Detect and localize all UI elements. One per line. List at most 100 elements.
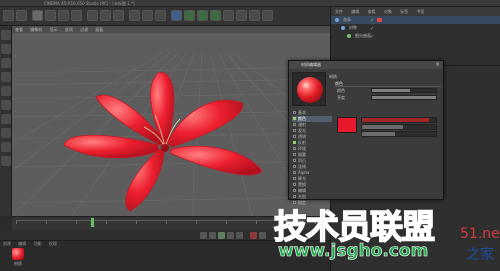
om-menu-item[interactable]: 标签 <box>400 9 408 14</box>
om-menu-item[interactable]: 编辑 <box>351 9 359 14</box>
polygons-mode-icon[interactable] <box>1 114 11 124</box>
viewport-menu-item[interactable]: 面板 <box>95 27 103 32</box>
y-axis-icon[interactable] <box>100 10 111 21</box>
watermark: 技术员联盟 51.net www.jsgho.com 之家 <box>270 196 500 271</box>
prev-frame-icon[interactable] <box>209 232 216 239</box>
object-row[interactable]: 对称 ✓ <box>331 24 500 32</box>
channel-label: 法线 <box>298 164 306 169</box>
mm-menu-item[interactable]: 纹理 <box>49 241 57 246</box>
redo-icon[interactable] <box>16 10 27 21</box>
edges-mode-icon[interactable] <box>1 100 11 110</box>
viewport-menu-item[interactable]: 选项 <box>65 27 73 32</box>
play-icon[interactable] <box>218 232 225 239</box>
snap-icon[interactable] <box>1 142 11 152</box>
check-icon[interactable]: ✓ <box>370 33 374 41</box>
object-row[interactable]: 细分曲面 ✓ <box>331 32 500 40</box>
channel-checkbox[interactable] <box>293 171 296 174</box>
next-frame-icon[interactable] <box>227 232 234 239</box>
channel-checkbox[interactable] <box>293 165 296 168</box>
object-row[interactable]: 花朵 ✓ <box>331 16 500 24</box>
dialog-title-bar[interactable]: 材质编辑器 × <box>289 61 443 69</box>
om-menu-item[interactable]: 书签 <box>416 9 424 14</box>
channel-checkbox[interactable] <box>293 135 296 138</box>
color-field[interactable] <box>361 117 437 123</box>
mm-menu-item[interactable]: 创建 <box>3 241 11 246</box>
pen-icon[interactable] <box>184 10 195 21</box>
z-axis-icon[interactable] <box>113 10 124 21</box>
property-label: 亮度 <box>337 95 345 100</box>
go-to-end-icon[interactable] <box>236 232 243 239</box>
viewport-scene <box>12 33 330 216</box>
workplane-icon[interactable] <box>1 72 11 82</box>
viewport-menu-item[interactable]: 过滤 <box>80 27 88 32</box>
channel-label: 凹凸 <box>298 158 306 163</box>
channel-checkbox[interactable] <box>293 111 296 114</box>
keyframe-icon[interactable] <box>259 232 266 239</box>
texture-mode-icon[interactable] <box>1 58 11 68</box>
light-icon[interactable] <box>262 10 273 21</box>
channel-properties: 颜色 颜色 亮度 <box>335 81 441 197</box>
channel-checkbox[interactable] <box>293 141 296 144</box>
scale-icon[interactable] <box>58 10 69 21</box>
slider-fill <box>372 96 436 99</box>
preview-sphere <box>297 77 323 103</box>
channel-checkbox[interactable] <box>293 189 296 192</box>
playhead[interactable] <box>91 218 94 227</box>
material-tag-icon[interactable] <box>377 18 382 22</box>
material-label: 材质 <box>14 261 22 266</box>
close-icon[interactable]: × <box>435 62 440 68</box>
deformer-icon[interactable] <box>223 10 234 21</box>
dialog-title: 材质编辑器 <box>301 62 321 67</box>
mm-menu-item[interactable]: 功能 <box>34 241 42 246</box>
color-field[interactable] <box>361 124 437 130</box>
record-icon[interactable] <box>250 232 257 239</box>
window-title: CINEMA 4D R16.050 Studio (RC) - [未标题 1 *… <box>44 1 135 6</box>
live-select-icon[interactable] <box>32 10 43 21</box>
channel-checkbox[interactable] <box>293 183 296 186</box>
axis-mode-icon[interactable] <box>1 128 11 138</box>
points-mode-icon[interactable] <box>1 86 11 96</box>
color-field[interactable] <box>361 131 437 137</box>
3d-viewport[interactable]: 查看 摄像机 显示 选项 过滤 面板 <box>12 26 330 216</box>
channel-checkbox[interactable] <box>293 159 296 162</box>
material-thumbnail[interactable] <box>12 248 24 260</box>
property-slider[interactable] <box>371 88 437 93</box>
viewport-menu-item[interactable]: 显示 <box>50 27 58 32</box>
viewport-menu-item[interactable]: 查看 <box>15 27 23 32</box>
cube-icon[interactable] <box>171 10 182 21</box>
model-mode-icon[interactable] <box>1 44 11 54</box>
channel-checkbox[interactable] <box>293 123 296 126</box>
om-menu-item[interactable]: 对象 <box>384 9 392 14</box>
x-axis-icon[interactable] <box>87 10 98 21</box>
subdivision-icon[interactable] <box>197 10 208 21</box>
lock-icon[interactable] <box>1 156 11 166</box>
go-to-start-icon[interactable] <box>200 232 207 239</box>
flower-center <box>161 144 169 152</box>
move-icon[interactable] <box>45 10 56 21</box>
material-editor-dialog: 材质编辑器 × 材质 基本 颜色 漫射 发光 透明 反射 环境 烟雾 凹凸 法线 Alpha 辉光 置换… <box>288 60 444 205</box>
render-settings-icon[interactable] <box>155 10 166 21</box>
color-swatch[interactable] <box>337 117 357 133</box>
mm-menu-item[interactable]: 编辑 <box>18 241 26 246</box>
channel-label: 发光 <box>298 128 306 133</box>
render-view-icon[interactable] <box>129 10 140 21</box>
material-preview[interactable] <box>292 72 326 106</box>
om-menu-item[interactable]: 查看 <box>368 9 376 14</box>
render-picture-icon[interactable] <box>142 10 153 21</box>
make-editable-icon[interactable] <box>1 30 11 40</box>
array-icon[interactable] <box>210 10 221 21</box>
channel-checkbox[interactable] <box>293 177 296 180</box>
rotate-icon[interactable] <box>71 10 82 21</box>
viewport-menu-item[interactable]: 摄像机 <box>30 27 42 32</box>
channel-checkbox[interactable] <box>293 153 296 156</box>
watermark-url: www.jsgho.com <box>278 241 429 262</box>
undo-icon[interactable] <box>3 10 14 21</box>
channel-checkbox[interactable] <box>293 129 296 132</box>
channel-label: 基本 <box>298 110 306 115</box>
camera-icon[interactable] <box>249 10 260 21</box>
channel-checkbox[interactable] <box>293 117 296 120</box>
property-slider[interactable] <box>371 95 437 100</box>
floor-icon[interactable] <box>236 10 247 21</box>
channel-checkbox[interactable] <box>293 147 296 150</box>
om-menu-item[interactable]: 文件 <box>335 9 343 14</box>
